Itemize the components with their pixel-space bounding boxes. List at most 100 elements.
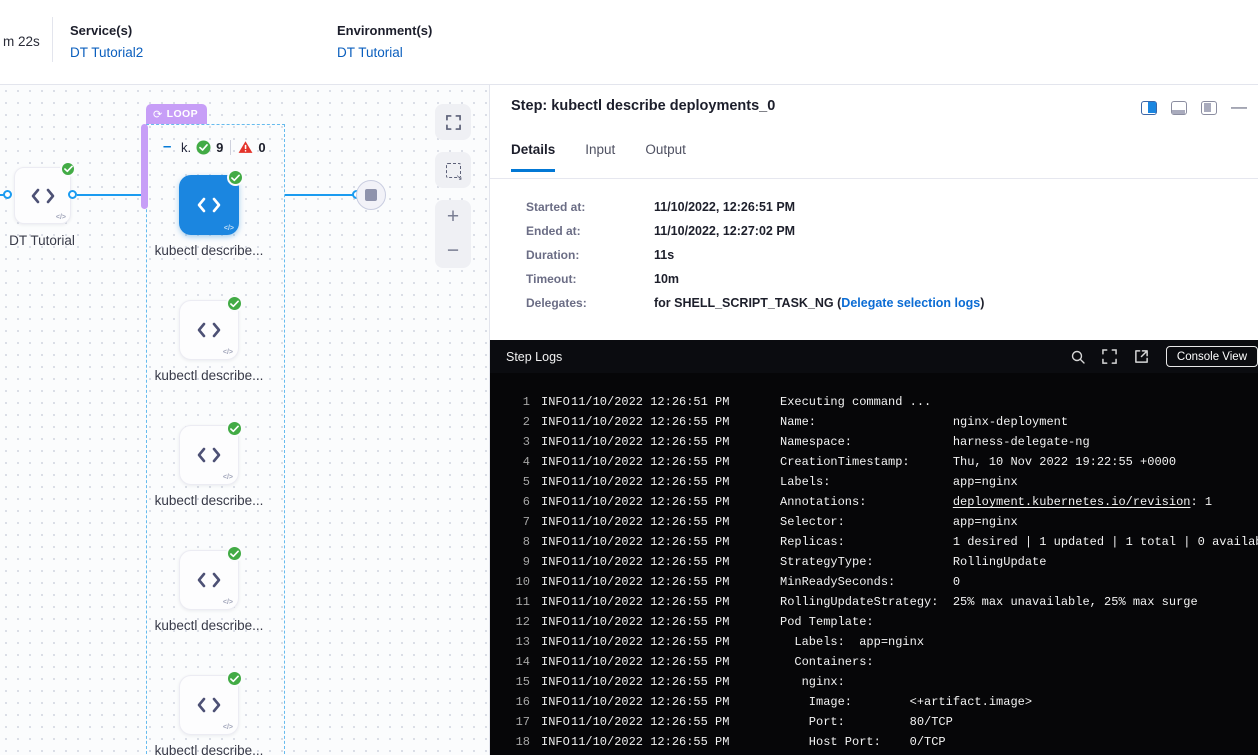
log-message: Name: nginx-deployment [780,412,1068,432]
log-timestamp: 11/10/2022 12:26:51 PM [571,392,780,412]
log-message: Image: <+artifact.image> [780,692,1032,712]
code-icon [30,185,56,207]
collapse-group-icon[interactable]: – [163,141,176,154]
delegate-selection-logs-link[interactable]: Delegate selection logs [841,296,980,310]
tab-details[interactable]: Details [511,142,555,172]
log-timestamp: 11/10/2022 12:26:55 PM [571,712,780,732]
layout-split-right-icon[interactable] [1141,101,1157,115]
log-message: Selector: app=nginx [780,512,1018,532]
step-node-label: kubectl describe... [149,616,269,635]
execution-topbar: m 22s Service(s) DT Tutorial2 Environmen… [0,0,1258,85]
log-line-number: 14 [506,652,530,672]
log-level: INFO [541,512,571,532]
edge-start-to-group [77,194,141,196]
pipeline-node-kubectl-describe[interactable]: </> [179,175,239,235]
pipeline-node-dt-tutorial[interactable]: </> [14,167,71,224]
log-message: RollingUpdateStrategy: 25% max unavailab… [780,592,1198,612]
search-logs-button[interactable] [1071,350,1085,364]
pipeline-canvas[interactable]: </> DT Tutorial ⟳ LOOP – k. 9 0 [0,85,490,755]
log-timestamp: 11/10/2022 12:26:55 PM [571,692,780,712]
log-line-number: 5 [506,472,530,492]
log-line: 16 INFO 11/10/2022 12:26:55 PM Image: <+… [490,692,1258,712]
pipeline-node-kubectl-describe[interactable]: </> [179,425,239,485]
layout-split-bottom-icon[interactable] [1171,101,1187,115]
fullscreen-icon [446,115,461,130]
layout-panel-right-icon[interactable] [1201,101,1217,115]
code-icon [196,319,222,341]
log-line-number: 3 [506,432,530,452]
zoom-out-button[interactable]: − [447,241,459,261]
zoom-in-button[interactable]: + [447,207,459,227]
log-timestamp: 11/10/2022 12:26:55 PM [571,592,780,612]
service-link[interactable]: DT Tutorial2 [70,45,143,60]
marquee-select-button[interactable] [435,152,471,188]
console-view-button[interactable]: Console View [1166,346,1258,367]
log-line: 17 INFO 11/10/2022 12:26:55 PM Port: 80/… [490,712,1258,732]
log-timestamp: 11/10/2022 12:26:55 PM [571,472,780,492]
code-icon [196,694,222,716]
log-timestamp: 11/10/2022 12:26:55 PM [571,412,780,432]
log-level: INFO [541,732,571,752]
step-node-label: kubectl describe... [149,491,269,510]
minimize-panel-icon[interactable]: — [1231,103,1247,113]
open-logs-new-tab-button[interactable] [1134,349,1149,364]
log-line-number: 8 [506,532,530,552]
loop-badge[interactable]: ⟳ LOOP [146,104,207,124]
log-level: INFO [541,532,571,552]
log-line-number: 9 [506,552,530,572]
divider [490,178,1258,179]
detail-field-label: Duration: [526,248,654,262]
pipeline-node-kubectl-describe[interactable]: </> [179,300,239,360]
connector-dot[interactable] [68,190,77,199]
log-line: 10 INFO 11/10/2022 12:26:55 PM MinReadyS… [490,572,1258,592]
step-logs-header: Step Logs Console View [490,340,1258,373]
log-level: INFO [541,652,571,672]
detail-field-value: 11/10/2022, 12:26:51 PM [654,200,795,214]
log-line-number: 6 [506,492,530,512]
log-line-number: 4 [506,452,530,472]
expand-logs-button[interactable] [1102,349,1117,364]
log-message: Labels: app=nginx [780,632,924,652]
pipeline-node-kubectl-describe[interactable]: </> [179,675,239,735]
log-line: 9 INFO 11/10/2022 12:26:55 PM StrategyTy… [490,552,1258,572]
tab-output[interactable]: Output [645,142,686,172]
log-level: INFO [541,392,571,412]
log-line-number: 13 [506,632,530,652]
tab-input[interactable]: Input [585,142,615,172]
log-link[interactable]: deployment.kubernetes.io/revision [953,495,1191,509]
log-line: 1 INFO 11/10/2022 12:26:51 PM Executing … [490,392,1258,412]
code-mini-icon: </> [223,599,233,606]
log-message: Replicas: 1 desired | 1 updated | 1 tota… [780,532,1258,552]
failed-count-icon [238,140,253,154]
log-timestamp: 11/10/2022 12:26:55 PM [571,632,780,652]
detail-field-row: Delegates: for SHELL_SCRIPT_TASK_NG (Del… [526,296,984,310]
log-line: 8 INFO 11/10/2022 12:26:55 PM Replicas: … [490,532,1258,552]
log-line: 6 INFO 11/10/2022 12:26:55 PM Annotation… [490,492,1258,512]
detail-field-label: Started at: [526,200,654,214]
pipeline-end-node[interactable] [356,180,386,210]
detail-field-row: Timeout: 10m [526,272,984,286]
log-message: Host Port: 0/TCP [780,732,946,752]
elapsed-time: m 22s [3,34,40,49]
log-line: 7 INFO 11/10/2022 12:26:55 PM Selector: … [490,512,1258,532]
log-message: CreationTimestamp: Thu, 10 Nov 2022 19:2… [780,452,1176,472]
start-node-label: DT Tutorial [0,231,102,250]
log-line-number: 16 [506,692,530,712]
code-mini-icon: </> [223,724,233,731]
log-message: nginx: [780,672,845,692]
pipeline-node-kubectl-describe[interactable]: </> [179,550,239,610]
log-message: Port: 80/TCP [780,712,953,732]
log-timestamp: 11/10/2022 12:26:55 PM [571,572,780,592]
log-level: INFO [541,452,571,472]
log-message: Namespace: harness-delegate-ng [780,432,1090,452]
log-level: INFO [541,692,571,712]
step-logs-console[interactable]: 1 INFO 11/10/2022 12:26:51 PM Executing … [490,373,1258,755]
log-level: INFO [541,632,571,652]
step-logs-title: Step Logs [506,350,562,364]
step-title: Step: kubectl describe deployments_0 [511,98,775,114]
search-icon [1071,350,1085,364]
connector-dot[interactable] [3,190,12,199]
detail-field-value: 11s [654,248,674,262]
fullscreen-canvas-button[interactable] [435,104,471,140]
environment-link[interactable]: DT Tutorial [337,45,432,60]
